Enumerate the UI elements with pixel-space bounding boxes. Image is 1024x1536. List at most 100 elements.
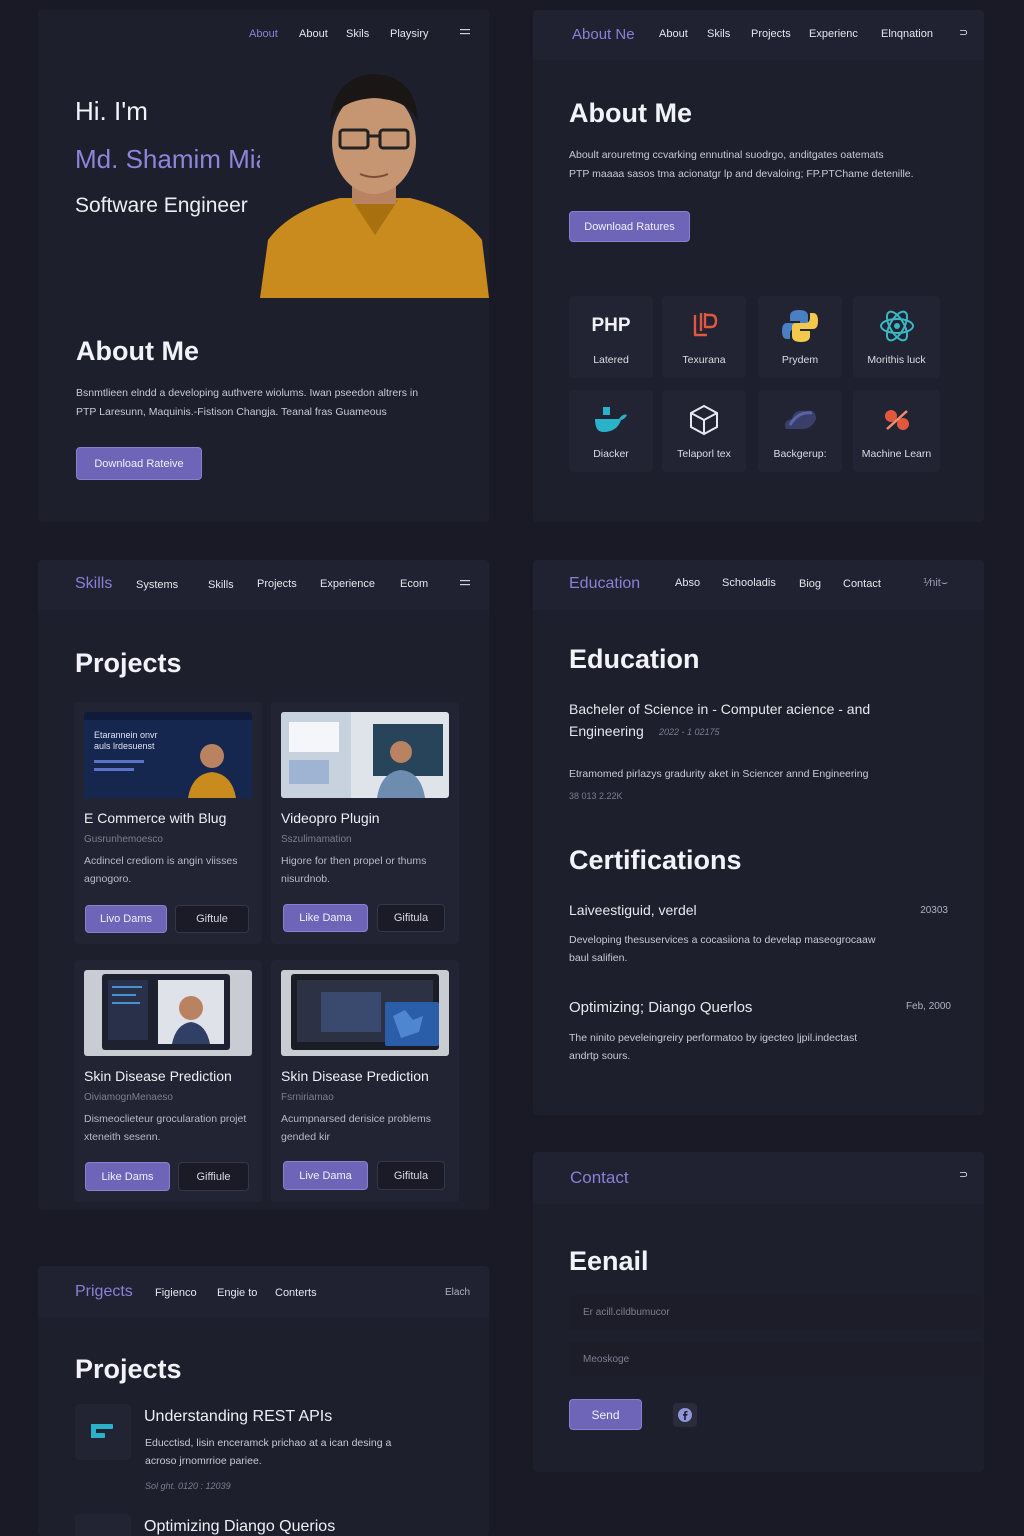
php-icon: PHP <box>591 315 631 336</box>
project-subtitle: Gusrunhemoesco <box>84 834 163 845</box>
project-title: E Commerce with Blug <box>84 810 227 826</box>
live-demo-button[interactable]: Livo Dams <box>85 905 167 933</box>
skill-label: Machine Learn <box>861 448 932 460</box>
nav-brand[interactable]: Education <box>569 575 640 593</box>
nav-link-skills[interactable]: Skils <box>346 28 369 40</box>
project-thumbnail <box>281 970 449 1056</box>
projects-list-panel: Prigects Figienco Engie to Conterts Elac… <box>38 1266 489 1536</box>
hero-role: Software Engineer <box>75 194 248 217</box>
project-item: Optimizing Diango Querios <box>75 1514 475 1536</box>
docker-icon <box>569 402 653 438</box>
skill-label: Telaporl tex <box>677 448 731 460</box>
live-demo-button[interactable]: Live Dama <box>283 1161 368 1190</box>
menu-icon[interactable] <box>460 27 470 39</box>
hero-nav: About About Skils Playsiry <box>38 10 489 60</box>
project-description: Acumpnarsed derisice problems gended kir <box>281 1113 431 1143</box>
github-button[interactable]: Giftule <box>175 905 249 933</box>
nav-link-contact[interactable]: Contact <box>843 578 881 590</box>
skill-card-backup: Backgerup: <box>758 390 842 472</box>
nav-link-about[interactable]: About <box>299 28 328 40</box>
live-demo-button[interactable]: Like Dama <box>283 904 368 932</box>
nav-brand[interactable]: Contact <box>570 1168 629 1188</box>
nav-link-about-active[interactable]: About <box>249 28 278 40</box>
nav-link-about[interactable]: About <box>659 28 688 40</box>
certification-name: Optimizing; Diango Querlos <box>569 999 753 1016</box>
about-title: About Me <box>569 98 692 128</box>
email-title: Eenail <box>569 1246 649 1276</box>
nav-link-experience[interactable]: Experienc <box>809 28 858 40</box>
project-card: Videopro Plugin Sszulimamation Higore fo… <box>271 702 459 944</box>
nav-toggle-icon[interactable]: ⊃ <box>959 26 968 39</box>
project-description: Higore for then propel or thums nisurdno… <box>281 855 427 885</box>
nav-link-experience[interactable]: Experience <box>320 578 375 590</box>
nav-link-skills[interactable]: Skils <box>707 28 730 40</box>
skill-label: Backgerup: <box>773 448 827 460</box>
menu-icon[interactable] <box>460 578 470 590</box>
github-button[interactable]: Giffiule <box>178 1162 249 1191</box>
skill-label: Texurana <box>682 354 726 366</box>
message-input[interactable]: Meoskoge <box>569 1342 981 1376</box>
github-button[interactable]: Gifitula <box>377 904 445 932</box>
nav-link-biog[interactable]: Biog <box>799 578 821 590</box>
skill-label: Diacker <box>593 448 629 460</box>
skill-card-python: Prydem <box>758 296 842 378</box>
nav-link-education[interactable]: Elnqnation <box>881 28 933 40</box>
project-thumbnail: Etarannein onvr auls lrdesuenst <box>84 712 252 798</box>
nav-link-elach[interactable]: Elach <box>445 1287 470 1298</box>
project-description: Dismeoclieteur grocularation projet xten… <box>84 1113 247 1143</box>
certification-desc-1: The ninito peveleingreiry performatoo by… <box>569 1032 858 1044</box>
nav-link-systems[interactable]: Systems <box>136 579 178 591</box>
live-demo-button[interactable]: Like Dams <box>85 1162 170 1191</box>
nav-link-abso[interactable]: Abso <box>675 577 700 589</box>
hero-panel: About About Skils Playsiry Hi. I'm Md. S… <box>38 10 489 522</box>
email-input[interactable]: Er acill.cildbumucor <box>569 1295 981 1329</box>
hero-greeting: Hi. I'm <box>75 96 148 126</box>
skills-nav: Skills Systems Skills Projects Experienc… <box>38 560 489 610</box>
project-item-desc-1: Educctisd, lisin enceramck prichao at a … <box>145 1437 392 1449</box>
nav-link-figienco[interactable]: Figienco <box>155 1287 197 1299</box>
nav-brand[interactable]: About Ne <box>572 26 635 43</box>
project-card: Skin Disease Prediction Fsrniriamao Acum… <box>271 960 459 1202</box>
nav-toggle-icon[interactable]: ⊃ <box>959 1168 968 1181</box>
project-title: Videopro Plugin <box>281 810 380 826</box>
project-icon <box>75 1514 131 1536</box>
degree-date: 2022 - 1 02175 <box>659 727 720 737</box>
projects-title: Projects <box>75 648 182 678</box>
project-item-meta: Sol ght. 0120 : 12039 <box>145 1481 231 1491</box>
github-button[interactable]: Gifitula <box>377 1161 445 1190</box>
nav-link-conterts[interactable]: Conterts <box>275 1287 317 1299</box>
language-toggle[interactable]: ⅟nit⌣ <box>923 576 948 590</box>
download-resume-button[interactable]: Download Ratures <box>569 211 690 242</box>
about-text-line-1: Bsnmtlieen elndd a developing authvere w… <box>76 387 419 399</box>
project-item-desc-2: acroso jrnomrrioe pariee. <box>145 1455 262 1467</box>
about-title: About Me <box>76 336 199 366</box>
project-title: Skin Disease Prediction <box>84 1068 232 1084</box>
nav-brand[interactable]: Skills <box>75 575 112 593</box>
send-button[interactable]: Send <box>569 1399 642 1430</box>
nav-link-projects[interactable]: Projects <box>751 28 791 40</box>
education-panel: Education Abso Schooladis Biog Contact ⅟… <box>533 560 984 1115</box>
nav-link-projects[interactable]: Projects <box>257 578 297 590</box>
contact-nav: Contact ⊃ <box>533 1152 984 1204</box>
python-icon <box>758 308 842 344</box>
api-icon <box>75 1404 131 1460</box>
nav-link-ecom[interactable]: Ecom <box>400 578 428 590</box>
nav-link-skills[interactable]: Skills <box>208 579 234 591</box>
education-detail: Etramomed pirlazys gradurity aket in Sci… <box>569 768 869 780</box>
education-title: Education <box>569 644 700 674</box>
facebook-icon[interactable] <box>673 1403 697 1427</box>
nav-link-playsiry[interactable]: Playsiry <box>390 28 429 40</box>
react-icon <box>853 308 940 344</box>
laravel-icon <box>662 308 746 344</box>
projects-grid-panel: Skills Systems Skills Projects Experienc… <box>38 560 489 1210</box>
skill-card-ml: Machine Learn <box>853 390 940 472</box>
thumbnail-caption-2: auls lrdesuenst <box>94 741 155 751</box>
nav-brand[interactable]: Prigects <box>75 1283 133 1301</box>
nav-link-engie[interactable]: Engie to <box>217 1287 257 1299</box>
download-resume-button[interactable]: Download Rateive <box>76 447 202 480</box>
hero-name: Md. Shamim Miah <box>75 144 285 174</box>
nav-link-schooladis[interactable]: Schooladis <box>722 577 776 589</box>
contact-panel: Contact ⊃ Eenail Er acill.cildbumucor Me… <box>533 1152 984 1472</box>
project-title: Skin Disease Prediction <box>281 1068 429 1084</box>
project-subtitle: OiviamognMenaeso <box>84 1092 173 1103</box>
